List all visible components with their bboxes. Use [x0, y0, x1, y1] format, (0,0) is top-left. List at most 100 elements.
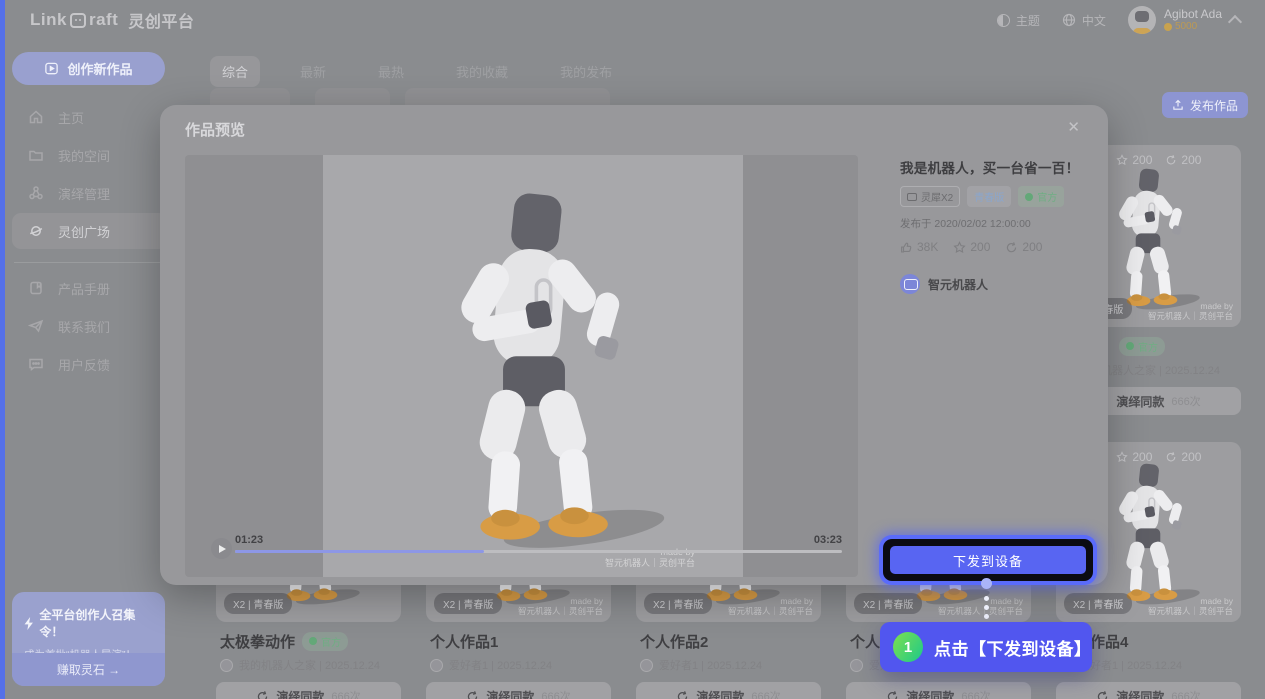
folder-icon [28, 147, 44, 163]
redo-icon [466, 690, 479, 699]
model-tag: X2 | 青春版 [1064, 593, 1132, 614]
official-tag: 官方 [1018, 186, 1064, 207]
deploy-button-ring: 下发到设备 [883, 539, 1093, 581]
watermark: made by智元机器人｜灵创平台 [1148, 301, 1233, 321]
work-tags: 灵犀X2 青春版 官方 [900, 186, 1090, 207]
guide-edge-stripe [0, 0, 5, 699]
sidebar-item-label: 演绎管理 [58, 184, 110, 203]
user-name: Agibot Ada [1164, 8, 1222, 21]
robot-figure [1096, 163, 1200, 315]
user-menu[interactable]: Agibot Ada 5000 [1128, 6, 1240, 34]
tab-my-published[interactable]: 我的发布 [548, 56, 624, 87]
card-title: 个人作品2 [640, 631, 708, 652]
tab-newest[interactable]: 最新 [288, 56, 338, 87]
sidebar-item-label: 联系我们 [58, 317, 110, 336]
play-button[interactable] [211, 538, 232, 559]
logo-text-left: Link [30, 10, 67, 30]
total-time: 03:23 [814, 534, 842, 546]
sidebar-item-my-space[interactable]: 我的空间 [12, 137, 168, 173]
model-tag: 灵犀X2 [900, 186, 960, 207]
perform-same-button[interactable]: 演绎同款666次 [636, 682, 821, 699]
author-name: 智元机器人 [928, 276, 988, 293]
robot-figure [1096, 458, 1200, 610]
sidebar-item-contact-us[interactable]: 联系我们 [12, 308, 168, 344]
logo-robot-icon [70, 13, 86, 28]
user-avatar [1128, 6, 1156, 34]
language-label: 中文 [1082, 12, 1106, 29]
sidebar-item-label: 灵创广场 [58, 222, 110, 241]
star-icon [1116, 154, 1128, 166]
model-tag: X2 | 青春版 [224, 593, 292, 614]
perform-same-button[interactable]: 演绎同款666次 [1056, 682, 1241, 699]
top-header: Link raft 灵创平台 主题 中文 Agibot Ada 5000 [0, 0, 1265, 40]
play-icon [219, 545, 226, 553]
sidebar-divider [14, 262, 166, 263]
card-title: 太极拳动作 [220, 631, 295, 652]
video-player[interactable]: made by智元机器人｜灵创平台 01:23 03:23 [185, 155, 858, 577]
redo-icon [256, 690, 269, 699]
sidebar-item-lingchuang-plaza[interactable]: 灵创广场 [12, 213, 168, 249]
stars-count[interactable]: 200 [953, 240, 990, 254]
star-icon [953, 241, 966, 254]
edition-tag: 青春版 [967, 186, 1011, 207]
publish-date: 发布于 2020/02/02 12:00:00 [900, 216, 1090, 231]
planet-icon [28, 223, 44, 239]
card-title: 个人作品1 [430, 631, 498, 652]
guide-dot [984, 596, 989, 601]
card-title-row: 个人作品2 [636, 632, 821, 650]
deploy-to-device-button[interactable]: 下发到设备 [890, 546, 1086, 574]
publish-work-button[interactable]: 发布作品 [1162, 92, 1248, 118]
progress-bar[interactable] [235, 550, 842, 553]
guide-dot [984, 614, 989, 619]
theme-label: 主题 [1016, 12, 1040, 29]
tab-comprehensive[interactable]: 综合 [210, 56, 260, 87]
plaza-tabs: 综合 最新 最热 我的收藏 我的发布 [210, 56, 624, 87]
chat-bubble-icon [28, 356, 44, 372]
work-author[interactable]: 智元机器人 [900, 274, 1090, 294]
sidebar-item-label: 我的空间 [58, 146, 110, 165]
sidebar-item-product-manual[interactable]: 产品手册 [12, 270, 168, 306]
official-badge: 官方 [302, 632, 348, 651]
close-icon[interactable]: ✕ [1067, 118, 1080, 136]
sidebar-item-home[interactable]: 主页 [12, 99, 168, 135]
guide-tooltip-text: 点击【下发到设备】 [934, 635, 1092, 660]
nodes-icon [28, 185, 44, 201]
guide-dot [984, 605, 989, 610]
chevron-up-icon[interactable] [1228, 15, 1242, 29]
modal-title: 作品预览 [185, 119, 245, 140]
like-icon [900, 241, 913, 254]
guide-step-number: 1 [893, 632, 923, 662]
likes-count[interactable]: 38K [900, 240, 938, 254]
tab-my-favorites[interactable]: 我的收藏 [444, 56, 520, 87]
work-stats: 38K 200 200 [900, 240, 1090, 254]
guide-tooltip: 1 点击【下发到设备】 [880, 622, 1092, 672]
model-tag: X2 | 青春版 [854, 593, 922, 614]
work-preview-modal: 作品预览 ✕ made by智元机器人｜灵创平台 01:23 03:23 我是机… [160, 105, 1108, 585]
sidebar-item-performance-mgmt[interactable]: 演绎管理 [12, 175, 168, 211]
share-icon [1165, 154, 1177, 166]
shares-count[interactable]: 200 [1005, 240, 1042, 254]
share-icon [1165, 451, 1177, 463]
tab-hottest[interactable]: 最热 [366, 56, 416, 87]
perform-same-button[interactable]: 演绎同款666次 [216, 682, 401, 699]
watermark: made by智元机器人｜灵创平台 [1148, 596, 1233, 616]
sidebar-item-user-feedback[interactable]: 用户反馈 [12, 346, 168, 382]
banner-title: 全平台创作人召集令！ [24, 606, 153, 640]
create-new-work-button[interactable]: 创作新作品 [12, 52, 165, 85]
language-switcher[interactable]: 中文 [1062, 12, 1106, 29]
earn-gems-button[interactable]: 赚取灵石 → [12, 653, 165, 686]
perform-same-button[interactable]: 演绎同款666次 [426, 682, 611, 699]
create-video-icon [44, 61, 59, 76]
lightning-icon [24, 617, 34, 630]
progress-fill [235, 550, 484, 553]
author-avatar [850, 659, 863, 672]
model-tag: X2 | 青春版 [644, 593, 712, 614]
card-title-row: 个人作品1 [426, 632, 611, 650]
card-author: 爱好者1 | 2025.12.24 [636, 657, 821, 673]
app-logo[interactable]: Link raft 灵创平台 [30, 8, 194, 32]
perform-same-button[interactable]: 演绎同款666次 [846, 682, 1031, 699]
user-coins: 5000 [1164, 21, 1222, 32]
theme-toggle[interactable]: 主题 [997, 12, 1040, 29]
creator-recruitment-banner: 全平台创作人召集令！ 成为首批“机器人导演”！ 赚取灵石 → [12, 592, 165, 686]
official-badge: 官方 [1119, 337, 1165, 356]
